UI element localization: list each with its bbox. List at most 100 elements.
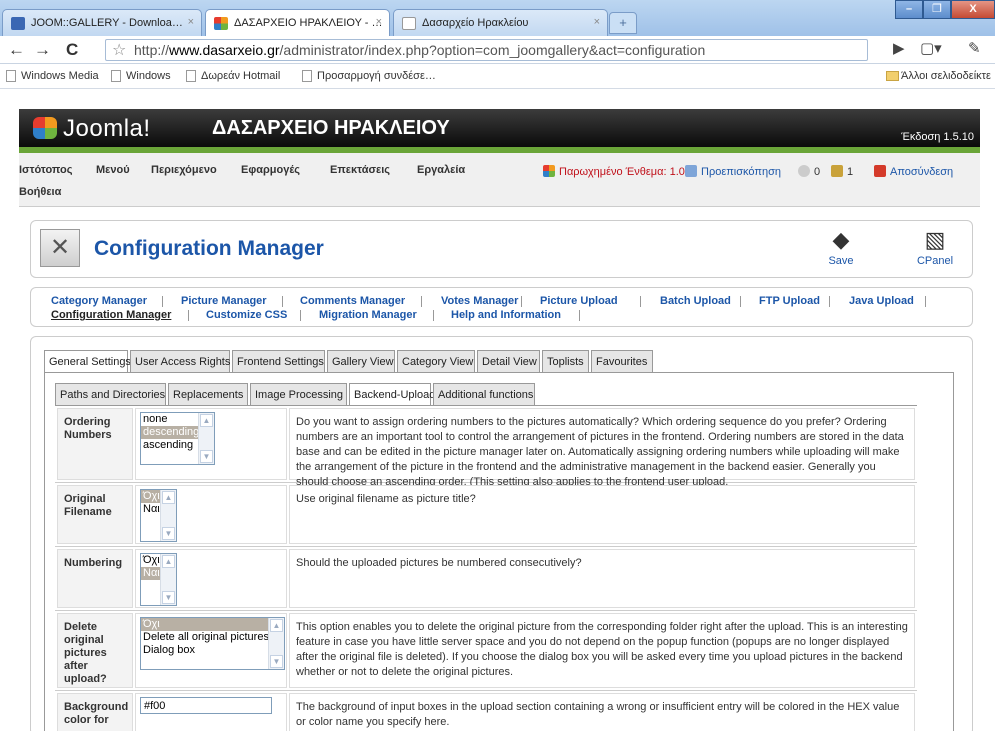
cached-module-status[interactable]: Παρωχημένο Ένθεμα: 1.0 — [543, 165, 685, 178]
tab-frontend-settings[interactable]: Frontend Settings — [232, 350, 325, 372]
subtab-paths-directories[interactable]: Paths and Directories — [55, 383, 166, 405]
subtab-backend-upload[interactable]: Backend-Upload — [349, 383, 435, 406]
other-bookmarks[interactable]: Άλλοι σελιδοδείκτε — [886, 70, 991, 82]
option-no[interactable]: Όχι — [141, 618, 284, 631]
page-menu-icon[interactable]: ▢▾ — [920, 39, 942, 57]
menu-tools[interactable]: Εργαλεία — [417, 164, 465, 176]
menu-site[interactable]: Ιστότοπος — [19, 164, 72, 176]
delete-originals-select[interactable]: Όχι Delete all original pictures Dialog … — [140, 617, 285, 670]
submenu-picture-upload[interactable]: Picture Upload — [540, 295, 618, 307]
bookmark-hotmail[interactable]: Δωρεάν Hotmail — [186, 70, 280, 82]
scroll-down-icon[interactable]: ▼ — [270, 655, 283, 668]
submenu-votes-manager[interactable]: Votes Manager — [441, 295, 518, 307]
close-tab-icon[interactable]: × — [594, 16, 600, 28]
listbox-scrollbar[interactable]: ▲ ▼ — [160, 554, 176, 605]
setting-row-original-filename: Original Filename Όχι Ναι ▲ ▼ Use origina… — [55, 483, 917, 547]
separator — [521, 296, 522, 307]
scroll-down-icon[interactable]: ▼ — [162, 527, 175, 540]
browser-tab-dasarxeio-admin[interactable]: ΔΑΣΑΡΧΕΙΟ ΗΡΑΚΛΕΙΟΥ - … × — [205, 9, 390, 36]
scroll-up-icon[interactable]: ▲ — [200, 414, 213, 427]
browser-tab-dasarxeio[interactable]: Δασαρχείο Ηρακλείου × — [393, 9, 608, 36]
close-tab-icon[interactable]: × — [376, 16, 382, 28]
setting-input-cell: Όχι Delete all original pictures Dialog … — [135, 613, 287, 688]
subtab-additional-functions[interactable]: Additional functions — [433, 383, 535, 405]
page-menu-play-icon[interactable]: ▶ — [893, 39, 905, 57]
messages-count-value: 0 — [814, 166, 821, 178]
logout-link[interactable]: Αποσύνδεση — [874, 165, 953, 178]
menu-content[interactable]: Περιεχόμενο — [151, 164, 217, 176]
new-tab-button[interactable]: + — [609, 12, 637, 34]
reload-icon[interactable]: C — [66, 40, 78, 60]
bookmark-label: Άλλοι σελιδοδείκτε — [901, 70, 991, 82]
settings-panel: General Settings User Access Rights Fron… — [30, 336, 973, 731]
maximize-button[interactable]: ❐ — [923, 0, 951, 19]
joomgallery-favicon-icon — [11, 17, 25, 30]
submenu-batch-upload[interactable]: Batch Upload — [660, 295, 731, 307]
scroll-up-icon[interactable]: ▲ — [270, 619, 283, 632]
back-arrow-icon[interactable]: ← — [8, 40, 25, 60]
messages-count[interactable]: 0 — [798, 165, 820, 178]
submenu-configuration-manager[interactable]: Configuration Manager — [51, 309, 171, 321]
tab-general-settings[interactable]: General Settings — [44, 350, 131, 373]
ordering-numbers-select[interactable]: none descending ascending ▲ ▼ — [140, 412, 215, 465]
preview-link[interactable]: Προεπισκόπηση — [685, 165, 781, 178]
bookmark-windows[interactable]: Windows — [111, 70, 171, 82]
submenu-picture-manager[interactable]: Picture Manager — [181, 295, 267, 307]
menu-components[interactable]: Εφαρμογές — [241, 164, 300, 176]
bookmark-star-icon[interactable]: ☆ — [112, 40, 126, 60]
scroll-up-icon[interactable]: ▲ — [162, 555, 175, 568]
site-name: ΔΑΣΑΡΧΕΙΟ ΗΡΑΚΛΕΙΟΥ — [212, 117, 450, 139]
scroll-down-icon[interactable]: ▼ — [200, 450, 213, 463]
browser-tab-joomgallery[interactable]: JOOM::GALLERY - Downloa… × — [2, 9, 202, 36]
numbering-select[interactable]: Όχι Ναι ▲ ▼ — [140, 553, 177, 606]
tab-detail-view[interactable]: Detail View — [477, 350, 540, 372]
subtab-image-processing[interactable]: Image Processing — [250, 383, 347, 405]
cpanel-button[interactable]: ▧ CPanel — [913, 227, 957, 267]
submenu-help-information[interactable]: Help and Information — [451, 309, 561, 321]
address-bar[interactable]: ☆ http://www.dasarxeio.gr/administrator/… — [105, 39, 868, 61]
tab-gallery-view[interactable]: Gallery View — [327, 350, 395, 372]
save-button[interactable]: ◆ Save — [819, 227, 863, 267]
bookmark-customize-links[interactable]: Προσαρμογή συνδέσε… — [302, 70, 436, 82]
tab-favourites[interactable]: Favourites — [591, 350, 653, 372]
joomla-header: Joomla! ΔΑΣΑΡΧΕΙΟ ΗΡΑΚΛΕΙΟΥ Έκδοση 1.5.1… — [19, 109, 980, 147]
joomla-logo-text: Joomla! — [63, 115, 151, 142]
listbox-scrollbar[interactable]: ▲ ▼ — [198, 413, 214, 464]
original-filename-select[interactable]: Όχι Ναι ▲ ▼ — [140, 489, 177, 542]
scroll-down-icon[interactable]: ▼ — [162, 591, 175, 604]
listbox-scrollbar[interactable]: ▲ ▼ — [268, 618, 284, 669]
submenu-java-upload[interactable]: Java Upload — [849, 295, 914, 307]
joomla-logo[interactable]: Joomla! — [33, 115, 151, 143]
subtab-replacements[interactable]: Replacements — [168, 383, 248, 405]
minimize-button[interactable]: – — [895, 0, 923, 19]
submenu-customize-css[interactable]: Customize CSS — [206, 309, 287, 321]
logout-icon — [874, 165, 886, 177]
page-scrollbar[interactable] — [985, 90, 995, 731]
page-favicon-icon — [402, 17, 416, 30]
tab-toplists[interactable]: Toplists — [542, 350, 589, 372]
menu-help[interactable]: Βοήθεια — [19, 186, 61, 198]
option-delete-all[interactable]: Delete all original pictures — [141, 631, 284, 644]
submenu-category-manager[interactable]: Category Manager — [51, 295, 147, 307]
bookmark-windows-media[interactable]: Windows Media — [6, 70, 99, 82]
submenu-comments-manager[interactable]: Comments Manager — [300, 295, 405, 307]
forward-arrow-icon[interactable]: → — [34, 40, 51, 60]
close-window-button[interactable]: X — [951, 0, 995, 19]
general-settings-content: Paths and Directories Replacements Image… — [44, 372, 954, 731]
users-count[interactable]: 1 — [831, 165, 853, 178]
configuration-tools-icon: ✕ — [40, 229, 80, 267]
listbox-scrollbar[interactable]: ▲ ▼ — [160, 490, 176, 541]
tab-category-view[interactable]: Category View — [397, 350, 475, 372]
scroll-up-icon[interactable]: ▲ — [162, 491, 175, 504]
save-icon: ◆ — [832, 227, 850, 252]
tab-user-access-rights[interactable]: User Access Rights — [130, 350, 230, 372]
background-color-input[interactable] — [140, 697, 272, 714]
submenu-ftp-upload[interactable]: FTP Upload — [759, 295, 820, 307]
submenu-migration-manager[interactable]: Migration Manager — [319, 309, 417, 321]
tools-wrench-icon[interactable]: ✎ — [968, 39, 981, 57]
preview-icon — [685, 165, 697, 177]
menu-extensions[interactable]: Επεκτάσεις — [330, 164, 390, 176]
option-dialog-box[interactable]: Dialog box — [141, 644, 284, 657]
menu-menus[interactable]: Μενού — [96, 164, 130, 176]
close-tab-icon[interactable]: × — [188, 16, 194, 28]
